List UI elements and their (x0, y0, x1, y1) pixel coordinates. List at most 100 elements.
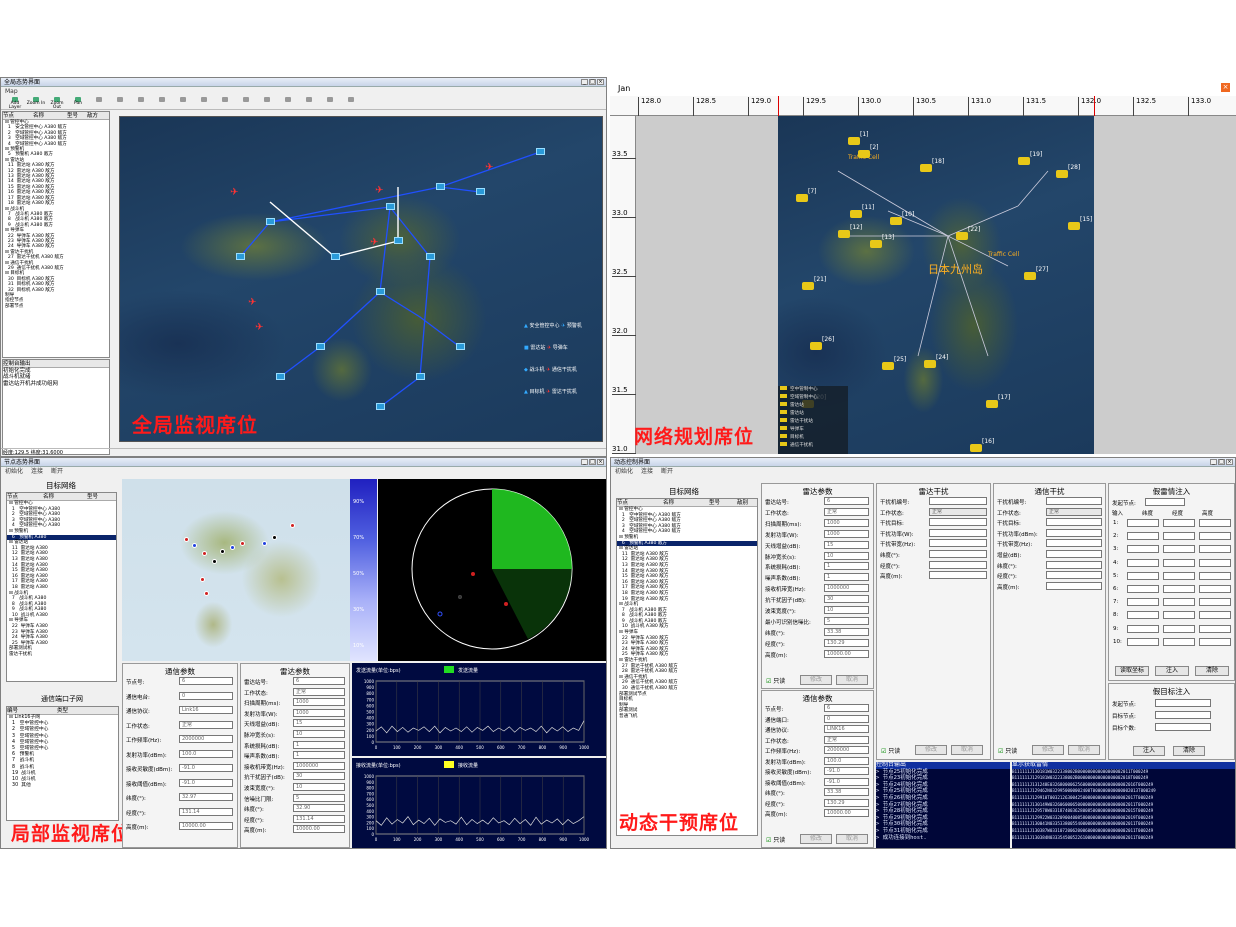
planning-node-icon[interactable] (810, 342, 822, 350)
fake-coord-field[interactable] (1199, 545, 1231, 554)
hostile-aircraft-icon[interactable]: ✈ (485, 162, 493, 173)
jam-param-field[interactable] (1046, 539, 1102, 548)
fake-target-field[interactable] (1155, 711, 1211, 719)
network-node-icon[interactable] (476, 188, 485, 195)
modify-button[interactable]: 修改 (1032, 745, 1064, 755)
fake-coord-field[interactable] (1163, 585, 1195, 593)
network-node-icon[interactable] (536, 148, 545, 155)
param-field[interactable]: 33.38 (824, 788, 869, 796)
jam-param-field[interactable] (929, 560, 987, 569)
param-field[interactable]: LINK16 (824, 725, 869, 733)
planning-node-icon[interactable] (1068, 222, 1080, 230)
port-subnet-tree[interactable]: 编号 类型 ⊟ Link16子网 1 空中管控中心 2 空域管控中心 3 空域管控… (6, 706, 119, 821)
minimize-button[interactable]: _ (581, 79, 588, 85)
param-field[interactable]: -91.0 (179, 764, 233, 772)
param-field[interactable]: 1000 (293, 708, 345, 717)
param-field[interactable]: 6 (293, 677, 345, 685)
node-dot-icon[interactable] (290, 523, 295, 528)
param-field[interactable]: 130.29 (824, 638, 869, 647)
node-dot-icon[interactable] (212, 559, 217, 564)
local-terrain-map[interactable] (122, 479, 350, 661)
toolbar-button[interactable] (110, 97, 130, 109)
param-field[interactable]: 5 (824, 616, 869, 625)
network-node-icon[interactable] (316, 343, 325, 350)
param-field[interactable]: -91.0 (824, 777, 869, 786)
fake-coord-field[interactable] (1199, 519, 1231, 527)
planning-node-icon[interactable] (858, 150, 870, 158)
planning-node-icon[interactable] (802, 282, 814, 290)
inject-button[interactable]: 注入 (1155, 666, 1189, 676)
param-field[interactable]: 0 (179, 691, 233, 700)
maximize-button[interactable]: □ (589, 459, 596, 465)
network-node-icon[interactable] (376, 288, 385, 295)
param-field[interactable]: 10000.00 (824, 649, 869, 658)
param-field[interactable]: 2000000 (824, 746, 869, 754)
tree-row[interactable]: 30 其他 (7, 783, 118, 789)
menu-disconnect[interactable]: 断开 (51, 468, 63, 475)
node-dot-icon[interactable] (230, 545, 235, 550)
node-dot-icon[interactable] (200, 577, 205, 582)
clear-button[interactable]: 清除 (1195, 666, 1229, 676)
horizontal-ruler[interactable]: 128.0 128.5 129.0 129.5 130.0 130.5 131.0 131.5… (610, 96, 1236, 116)
fake-coord-field[interactable] (1163, 598, 1195, 607)
menu-init[interactable]: 初始化 (5, 468, 23, 475)
node-dot-icon[interactable] (192, 543, 197, 548)
param-field[interactable]: 1000000 (293, 761, 345, 770)
fake-coord-field[interactable] (1127, 611, 1159, 620)
planning-node-icon[interactable] (1056, 170, 1068, 178)
readonly-checkbox[interactable]: ☑ 只读 (998, 746, 1017, 755)
jam-param-field[interactable] (1046, 571, 1102, 580)
node-dot-icon[interactable] (184, 537, 189, 542)
toolbar-button[interactable] (152, 97, 172, 109)
fake-coord-field[interactable] (1127, 545, 1159, 554)
network-node-icon[interactable] (426, 253, 435, 260)
jam-param-field[interactable] (929, 550, 987, 558)
param-field[interactable]: 1 (824, 562, 869, 571)
param-field[interactable]: 30 (824, 595, 869, 604)
param-field[interactable]: 30 (293, 772, 345, 781)
fake-coord-field[interactable] (1127, 558, 1159, 567)
param-field[interactable]: 100.0 (179, 749, 233, 758)
param-field[interactable]: 10 (824, 606, 869, 614)
fake-coord-field[interactable] (1127, 532, 1159, 541)
param-field[interactable]: -91.0 (179, 778, 233, 787)
node-dot-icon[interactable] (220, 549, 225, 554)
dynamic-target-tree[interactable]: 节点 名称 型号 敌别 ⊟ 管控中心 1 空中管控中心 A380 敌方 2 空域管控中… (616, 498, 758, 836)
planning-node-icon[interactable] (970, 444, 982, 452)
vertical-ruler[interactable]: 33.5 33.0 32.5 32.0 31.5 31.0 (610, 116, 636, 454)
fake-coord-field[interactable] (1127, 519, 1159, 527)
planning-node-icon[interactable] (870, 240, 882, 248)
fake-coord-field[interactable] (1163, 558, 1195, 567)
close-icon[interactable]: × (1221, 83, 1230, 92)
param-field[interactable]: 131.14 (179, 807, 233, 816)
toolbar-button[interactable]: Zoom In (26, 97, 46, 109)
toolbar-button[interactable]: Pan (68, 97, 88, 109)
param-field[interactable]: 10 (293, 730, 345, 738)
param-field[interactable]: 10000.00 (293, 825, 345, 834)
hostile-aircraft-icon[interactable]: ✈ (248, 297, 256, 308)
toolbar-button[interactable] (194, 97, 214, 109)
network-node-icon[interactable] (376, 403, 385, 410)
fake-coord-field[interactable] (1163, 571, 1195, 580)
param-field[interactable]: 正常 (293, 687, 345, 696)
fake-coord-field[interactable] (1199, 585, 1231, 593)
network-node-icon[interactable] (236, 253, 245, 260)
param-field[interactable]: 2000000 (179, 735, 233, 743)
fake-coord-field[interactable] (1199, 558, 1231, 567)
planning-node-icon[interactable] (986, 400, 998, 408)
toolbar-button[interactable] (89, 97, 109, 109)
fake-coord-field[interactable] (1127, 585, 1159, 593)
node-target-tree[interactable]: 节点 名称 型号 ⊟ 管控中心 1 空中管控中心 A380 2 空域管控中心 A38… (6, 492, 117, 682)
fake-target-field[interactable] (1155, 723, 1211, 731)
fake-coord-field[interactable] (1199, 571, 1231, 580)
modify-button[interactable]: 修改 (915, 745, 947, 755)
planning-node-icon[interactable] (924, 360, 936, 368)
cancel-button[interactable]: 取消 (836, 675, 868, 685)
toolbar-button[interactable] (236, 97, 256, 109)
planning-node-icon[interactable] (848, 137, 860, 145)
hostile-aircraft-icon[interactable]: ✈ (230, 187, 238, 198)
cancel-button[interactable]: 取消 (836, 834, 868, 844)
menu-disconnect[interactable]: 断开 (661, 468, 673, 475)
network-node-icon[interactable] (416, 373, 425, 380)
close-button[interactable]: × (597, 459, 604, 465)
